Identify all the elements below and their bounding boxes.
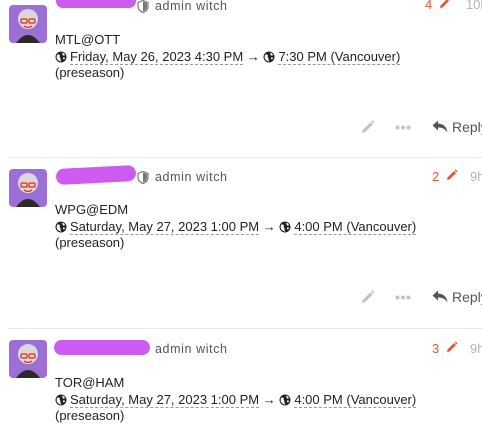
date-range-line: Saturday, May 27, 2023 1:00 PM → 4:00 PM… — [55, 391, 417, 409]
globe-icon — [55, 221, 67, 232]
season-note: (preseason) — [55, 65, 125, 80]
date-start[interactable]: Friday, May 26, 2023 4:30 PM — [70, 48, 244, 65]
avatar[interactable] — [9, 340, 47, 378]
reply-icon — [432, 290, 448, 303]
shield-icon — [137, 171, 149, 184]
post: admin witch 3 9h TOR@HAM Saturday, May 2… — [0, 329, 482, 425]
reply-button[interactable]: Reply — [432, 289, 482, 305]
post-date[interactable]: 9h — [470, 169, 482, 184]
edit-count: 4 — [425, 0, 433, 12]
date-range-line: Friday, May 26, 2023 4:30 PM → 7:30 PM (… — [55, 48, 401, 66]
reply-icon — [432, 120, 448, 133]
edit-count: 3 — [432, 341, 440, 356]
globe-icon — [55, 394, 67, 405]
avatar[interactable] — [9, 5, 47, 43]
edit-history-button[interactable]: 3 — [432, 341, 458, 356]
date-end[interactable]: 7:30 PM (Vancouver) — [278, 48, 401, 65]
reply-button[interactable]: Reply — [432, 119, 482, 135]
more-icon[interactable] — [395, 125, 411, 130]
globe-icon — [55, 51, 67, 62]
avatar[interactable] — [9, 169, 47, 207]
date-start[interactable]: Saturday, May 27, 2023 1:00 PM — [70, 218, 260, 235]
more-icon[interactable] — [395, 295, 411, 300]
season-note: (preseason) — [55, 408, 125, 423]
matchup: MTL@OTT — [55, 32, 121, 47]
redacted-username — [54, 340, 150, 355]
date-end[interactable]: 4:00 PM (Vancouver) — [294, 391, 417, 408]
redacted-username — [56, 0, 136, 8]
globe-icon — [279, 221, 291, 232]
user-flair: admin witch — [155, 342, 228, 356]
date-arrow: → — [262, 218, 276, 234]
date-arrow: → — [246, 48, 260, 64]
reply-label: Reply — [452, 119, 482, 135]
edit-history-button[interactable]: 2 — [432, 169, 458, 184]
pencil-icon — [439, 0, 450, 8]
date-start[interactable]: Saturday, May 27, 2023 1:00 PM — [70, 391, 260, 408]
pencil-icon — [446, 341, 458, 352]
edit-count: 2 — [432, 169, 440, 184]
reply-label: Reply — [452, 289, 482, 305]
edit-history-button[interactable]: 4 — [425, 0, 451, 12]
edit-icon[interactable] — [360, 290, 375, 305]
post-date[interactable]: 10h — [466, 0, 482, 12]
date-range-line: Saturday, May 27, 2023 1:00 PM → 4:00 PM… — [55, 218, 417, 236]
post: admin witch 4 10h MTL@OTT Friday, May 26… — [0, 0, 482, 157]
pencil-icon — [446, 169, 458, 180]
user-flair: admin witch — [155, 170, 228, 184]
post-body: MTL@OTT Friday, May 26, 2023 4:30 PM → 7… — [55, 32, 401, 82]
post-date[interactable]: 9h — [470, 341, 482, 356]
season-note: (preseason) — [55, 235, 125, 250]
shield-icon — [137, 0, 149, 13]
date-end[interactable]: 4:00 PM (Vancouver) — [294, 218, 417, 235]
date-arrow: → — [262, 391, 276, 407]
post-body: TOR@HAM Saturday, May 27, 2023 1:00 PM →… — [55, 375, 417, 425]
matchup: WPG@EDM — [55, 202, 129, 217]
globe-icon — [279, 394, 291, 405]
edit-icon[interactable] — [360, 120, 375, 135]
matchup: TOR@HAM — [55, 375, 125, 390]
user-flair: admin witch — [155, 0, 228, 13]
redacted-username — [55, 164, 137, 186]
post-body: WPG@EDM Saturday, May 27, 2023 1:00 PM →… — [55, 202, 417, 252]
globe-icon — [263, 51, 275, 62]
post: admin witch 2 9h WPG@EDM Saturday, May 2… — [0, 158, 482, 328]
